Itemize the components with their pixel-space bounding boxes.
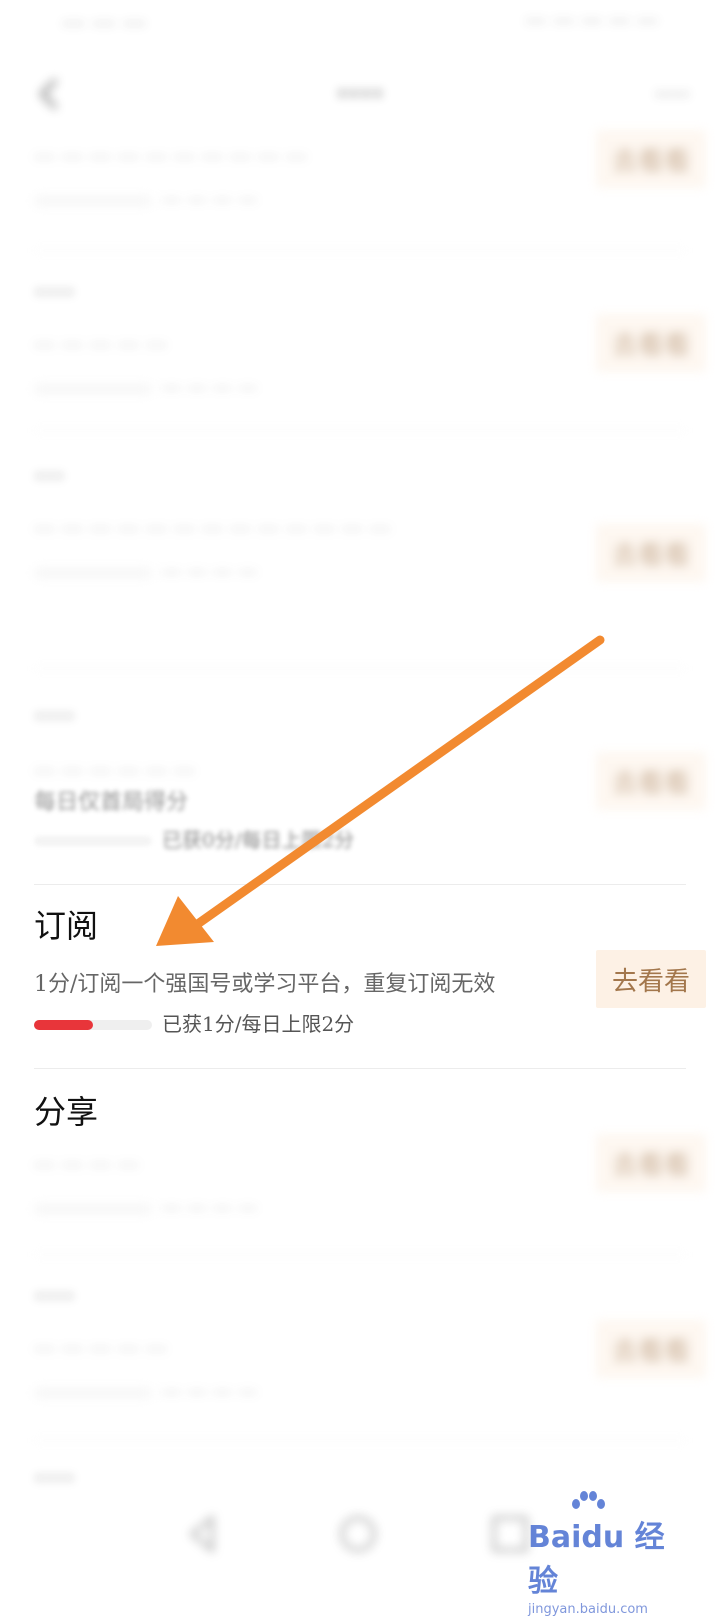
task-0-go-button[interactable]: 去看看 [596,130,706,188]
divider [34,1068,686,1069]
status-bar: ··· ··· ··· ··· ··· ··· ··· ··· [0,0,720,48]
task-3-progress: 已获0分/每日上限2分 [34,826,434,854]
task-title: ···· [34,1277,75,1315]
task-title: ···· [34,273,75,311]
task-progress: ··· ··· ··· ··· [34,558,686,586]
task-item-2: ··· ··· ··· ··· ··· ··· ··· ··· ··· ··· … [34,456,686,586]
task-progress: ··· ··· ··· ··· [34,1378,686,1406]
task-6-go-button[interactable]: 去看看 [596,1320,706,1378]
divider [34,668,686,669]
status-icons: ··· ··· ··· ··· ··· [525,10,658,35]
task-item-0: ··· ··· ··· ··· ··· ··· ··· ··· ··· ··· … [34,142,686,214]
top-app-bar: ···· ···· [0,60,720,130]
paw-logo-icon [572,1491,605,1509]
task-item-1: ···· ··· ··· ··· ··· ··· ··· ··· ··· ··· [34,272,686,402]
progress-text: ··· ··· ··· ··· [162,1196,258,1220]
task-item-share: 分享 [34,1092,686,1132]
divider [34,884,686,885]
progress-fill [34,1020,93,1030]
page-title: ···· [336,74,384,114]
nav-recents-icon[interactable] [486,1510,534,1558]
progress-track [34,568,152,578]
task-progress: 已获1分/每日上限2分 [34,1010,686,1038]
progress-text: ··· ··· ··· ··· [162,376,258,400]
task-title: 订阅 [34,907,99,945]
status-carrier: ··· ··· ··· [62,10,146,38]
nav-home-icon[interactable] [334,1510,382,1558]
progress-track [34,1020,152,1030]
progress-track [34,196,152,206]
header-rules-link[interactable]: ···· [654,78,690,111]
task-desc: ··· ··· ··· ··· ··· [34,1338,167,1363]
task-item-share-body: ··· ··· ··· ··· ··· ··· ··· ··· [34,1150,686,1222]
task-progress: ··· ··· ··· ··· [34,1194,686,1222]
progress-text: 已获0分/每日上限2分 [162,828,355,852]
task-desc-blurred: ··· ··· ··· ··· ··· ··· [34,760,195,785]
watermark-url: jingyan.baidu.com [528,1602,648,1617]
divider [34,250,686,251]
task-1-go-button[interactable]: 去看看 [596,314,706,372]
task-desc: 1分/订阅一个强国号或学习平台，重复订阅无效 [34,972,496,997]
task-desc: ··· ··· ··· ··· [34,1154,139,1179]
divider [34,1254,686,1255]
task-3-desc: 每日仅首局得分 [34,790,189,815]
progress-track [34,836,152,846]
task-progress: ··· ··· ··· ··· [34,374,686,402]
divider [34,430,686,431]
nav-back-icon[interactable] [180,1510,228,1558]
progress-text: ··· ··· ··· ··· [162,560,258,584]
task-2-go-button[interactable]: 去看看 [596,524,706,582]
progress-text: ··· ··· ··· ··· [162,1380,258,1404]
progress-track [34,384,152,394]
progress-text: ··· ··· ··· ··· [162,188,258,212]
progress-text: 已获1分/每日上限2分 [162,1012,355,1036]
task-desc: ··· ··· ··· ··· ··· ··· ··· ··· ··· ··· [34,146,307,171]
task-desc: ··· ··· ··· ··· ··· [34,334,167,359]
task-title: ···· [34,697,75,735]
subscribe-go-button[interactable]: 去看看 [596,950,706,1008]
task-title: ··· [34,457,65,495]
progress-track [34,1388,152,1398]
watermark-main: Baidu 经验 [528,1520,665,1599]
task-item-6: ···· ··· ··· ··· ··· ··· ··· ··· ··· ··· [34,1276,686,1406]
task-desc: ··· ··· ··· ··· ··· ··· ··· ··· ··· ··· … [34,518,391,543]
divider [34,1440,686,1441]
task-3-go-button[interactable]: 去看看 [596,752,706,810]
task-title: 分享 [34,1093,99,1131]
share-go-button[interactable]: 去看看 [596,1134,706,1192]
task-item-3: ···· ··· ··· ··· ··· ··· ··· [34,696,686,790]
progress-track [34,1204,152,1214]
task-progress: ··· ··· ··· ··· [34,186,686,214]
task-item-subscribe: 订阅 1分/订阅一个强国号或学习平台，重复订阅无效 已获1分/每日上限2分 [34,906,686,1038]
baidu-jingyan-watermark: Baidu 经验 jingyan.baidu.com [528,1491,668,1617]
